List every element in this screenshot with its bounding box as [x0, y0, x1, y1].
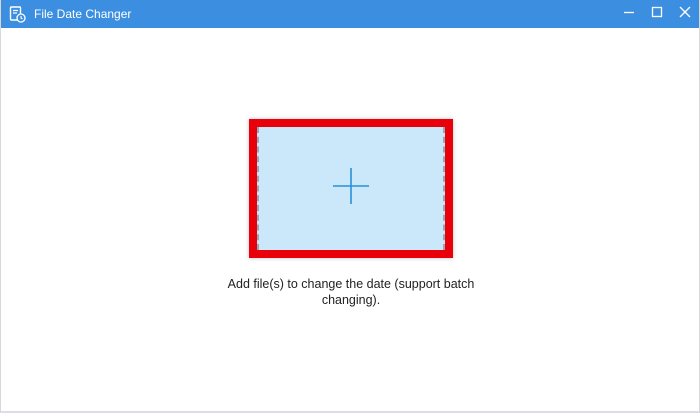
plus-icon [332, 167, 370, 210]
close-icon [679, 5, 691, 23]
drop-zone-area[interactable] [257, 127, 445, 250]
window-controls [615, 0, 699, 28]
add-files-drop-zone[interactable] [249, 119, 453, 258]
close-button[interactable] [671, 0, 699, 28]
drop-zone-hint: Add file(s) to change the date (support … [227, 277, 475, 307]
maximize-icon [651, 5, 663, 23]
maximize-button[interactable] [643, 0, 671, 28]
app-window: File Date Changer Add file(s) to change … [0, 0, 700, 413]
title-bar[interactable]: File Date Changer [1, 0, 699, 28]
minimize-button[interactable] [615, 0, 643, 28]
file-clock-icon [8, 5, 26, 23]
window-title: File Date Changer [34, 7, 132, 21]
minimize-icon [623, 5, 635, 23]
